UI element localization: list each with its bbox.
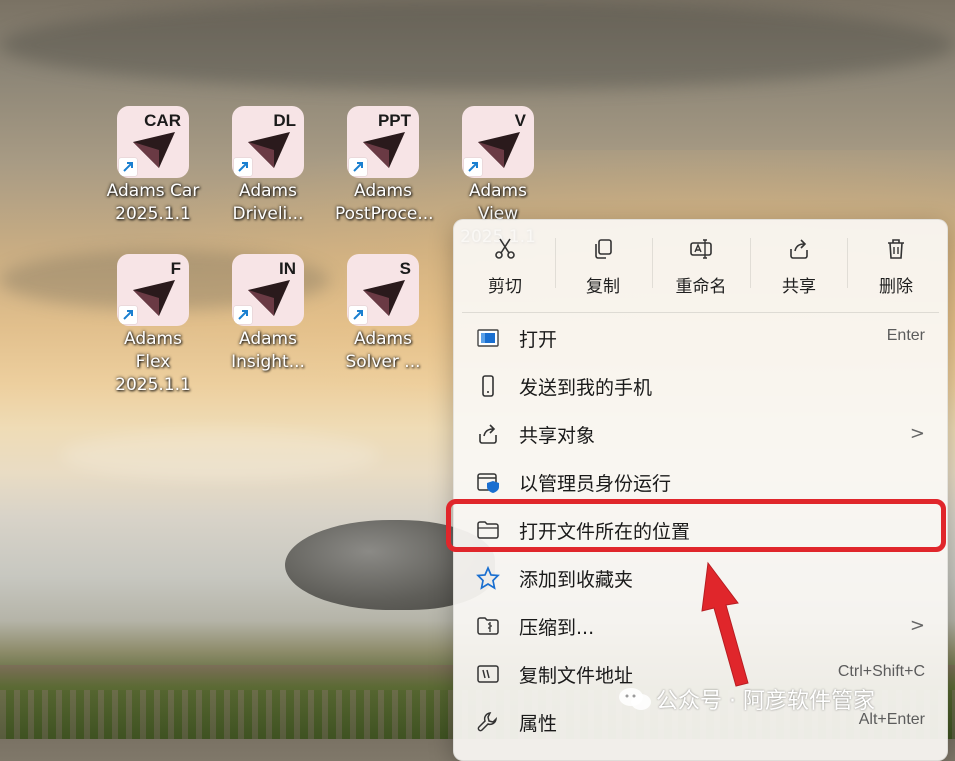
copy-icon xyxy=(595,239,612,259)
desktop-icon-label: Adams Driveli... xyxy=(232,181,304,224)
adams-app-icon: S xyxy=(347,254,419,326)
desktop-icon-label: Adams Insight... xyxy=(231,329,305,372)
watermark-text: 公众号 · 阿彦软件管家 xyxy=(656,689,875,714)
delete-button[interactable]: 删除 xyxy=(847,220,945,306)
desktop-icon-label: Adams Solver ... xyxy=(345,329,421,372)
share-icon xyxy=(479,424,497,444)
phone-icon xyxy=(482,375,494,397)
desktop-icon-adams-solver[interactable]: S Adams Solver ... xyxy=(335,254,431,374)
zip-folder-icon xyxy=(477,617,499,635)
red-arrow-annotation xyxy=(701,561,749,687)
adams-app-icon: DL xyxy=(232,106,304,178)
desktop-icon-label: Adams Flex 2025.1.1 xyxy=(115,329,191,395)
copy-path-icon xyxy=(477,665,499,683)
menu-divider xyxy=(462,312,939,313)
adams-app-icon: PPT xyxy=(347,106,419,178)
desktop-icon-label: Adams PostProce... xyxy=(335,181,434,224)
highlight-box xyxy=(446,499,946,552)
adams-app-icon: CAR xyxy=(117,106,189,178)
rename-icon xyxy=(690,239,712,259)
desktop-icon-adams-flex[interactable]: F Adams Flex 2025.1.1 xyxy=(105,254,201,397)
desktop-icon-adams-driveline[interactable]: DL Adams Driveli... xyxy=(220,106,316,226)
menu-item-share-with[interactable]: 共享对象 > xyxy=(454,413,947,457)
desktop-icon-label: Adams Car 2025.1.1 xyxy=(106,181,200,224)
adams-app-icon: IN xyxy=(232,254,304,326)
desktop-icon-adams-postprocessor[interactable]: PPT Adams PostProce... xyxy=(335,106,434,226)
desktop-icon-adams-car[interactable]: CAR Adams Car 2025.1.1 xyxy=(105,106,201,226)
scissors-icon xyxy=(495,238,515,259)
admin-shield-icon xyxy=(477,473,499,493)
share-button[interactable]: 共享 xyxy=(750,220,848,306)
wechat-icon xyxy=(619,688,651,710)
desktop-icon-adams-insight[interactable]: IN Adams Insight... xyxy=(220,254,316,374)
copy-button[interactable]: 复制 xyxy=(554,220,652,306)
menu-item-open[interactable]: 打开 Enter xyxy=(454,317,947,361)
adams-app-icon: V xyxy=(462,106,534,178)
rename-button[interactable]: 重命名 xyxy=(652,220,750,306)
adams-app-icon: F xyxy=(117,254,189,326)
chevron-right-icon: > xyxy=(909,423,925,444)
share-icon xyxy=(790,239,808,259)
menu-item-send-to-phone[interactable]: 发送到我的手机 xyxy=(454,365,947,409)
context-menu-toolbar: 剪切 复制 重命名 共享 删除 xyxy=(454,220,947,306)
cut-button[interactable]: 剪切 xyxy=(456,220,554,306)
trash-icon xyxy=(888,239,904,259)
chevron-right-icon: > xyxy=(909,615,925,636)
star-icon xyxy=(476,566,500,590)
open-app-icon xyxy=(477,329,499,347)
wrench-icon xyxy=(477,712,497,732)
